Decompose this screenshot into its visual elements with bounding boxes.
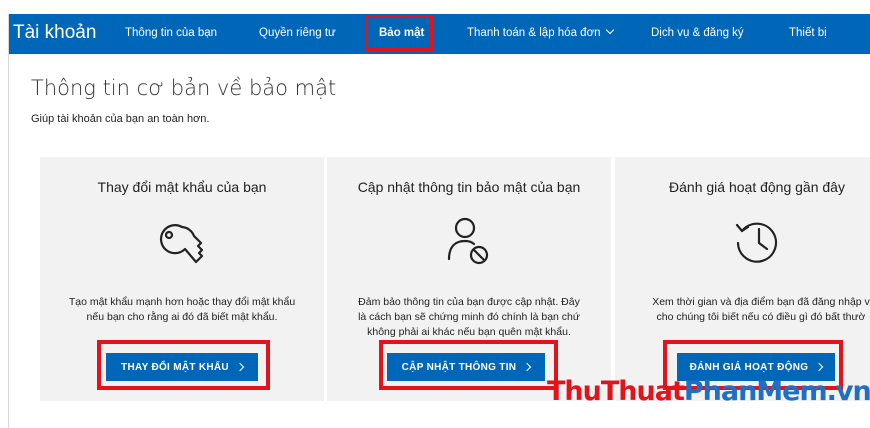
watermark: ThuThuatPhanMem.vn bbox=[547, 376, 870, 407]
chevron-down-icon bbox=[605, 25, 614, 35]
desc-line: nếu bạn cho rằng ai đó đã biết mật khẩu. bbox=[86, 311, 278, 323]
top-nav: Tài khoản Thông tin của bạn Quyền riêng … bbox=[9, 14, 870, 54]
page-title: Thông tin cơ bản về bảo mật bbox=[31, 76, 337, 100]
history-icon bbox=[729, 215, 785, 272]
key-icon bbox=[154, 215, 210, 272]
page-subtitle: Giúp tài khoản của bạn an toàn hơn. bbox=[31, 113, 210, 125]
desc-line: cho chúng tôi biết nếu có điều gì đó bất… bbox=[656, 311, 866, 323]
card-title: Thay đổi mật khẩu của bạn bbox=[97, 179, 267, 195]
card-description: Tạo mật khẩu mạnh hơn hoặc thay đổi mật … bbox=[54, 295, 310, 325]
card-description: Đảm bảo thông tin của bạn được cập nhật.… bbox=[341, 295, 597, 340]
security-tab-highlight bbox=[365, 15, 433, 51]
update-info-highlight bbox=[379, 340, 558, 390]
watermark-part1: ThuThuat bbox=[547, 376, 685, 407]
nav-item-privacy[interactable]: Quyền riêng tư bbox=[259, 27, 336, 39]
nav-item-payment-billing[interactable]: Thanh toán & lập hóa đơn bbox=[467, 25, 614, 39]
account-page: Tài khoản Thông tin của bạn Quyền riêng … bbox=[8, 14, 870, 428]
nav-item-devices[interactable]: Thiết bị bbox=[789, 27, 827, 39]
desc-line: là cách bạn sẽ chứng minh đó chính là bạ… bbox=[358, 311, 580, 323]
card-title: Đánh giá hoạt động gần đây bbox=[669, 179, 845, 195]
nav-item-services[interactable]: Dịch vụ & đăng ký bbox=[651, 27, 744, 39]
change-password-highlight bbox=[97, 340, 270, 390]
desc-line: Đảm bảo thông tin của bạn được cập nhật.… bbox=[358, 296, 580, 308]
card-description: Xem thời gian và địa điểm bạn đã đăng nh… bbox=[623, 295, 870, 325]
desc-line: Tạo mật khẩu mạnh hơn hoặc thay đổi mật … bbox=[68, 296, 296, 308]
nav-item-your-info[interactable]: Thông tin của bạn bbox=[125, 27, 217, 39]
desc-line: không phải ai khác nếu bạn quên mật khẩu… bbox=[367, 326, 571, 338]
watermark-part3: .vn bbox=[826, 376, 870, 407]
watermark-part2: PhanMem bbox=[683, 376, 828, 407]
user-block-icon bbox=[441, 215, 497, 272]
card-title: Cập nhật thông tin bảo mật của bạn bbox=[357, 179, 581, 195]
account-brand[interactable]: Tài khoản bbox=[13, 22, 96, 44]
desc-line: Xem thời gian và địa điểm bạn đã đăng nh… bbox=[652, 296, 870, 308]
nav-item-payment-label: Thanh toán & lập hóa đơn bbox=[467, 27, 601, 39]
